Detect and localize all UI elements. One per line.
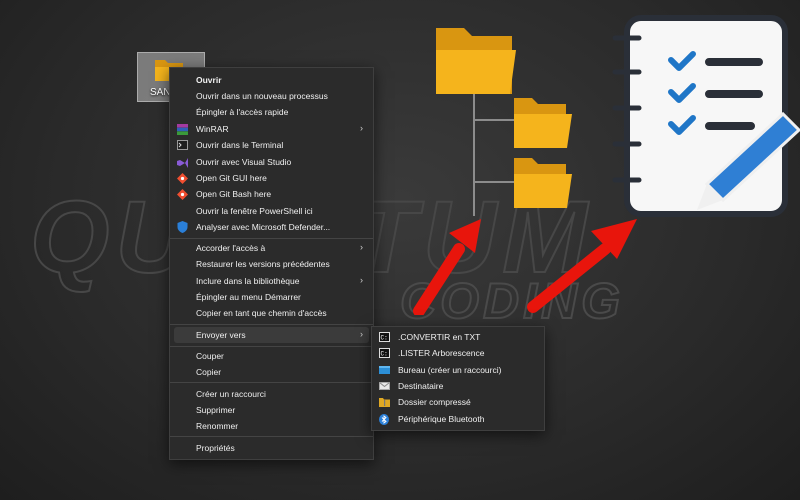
desktop-icon	[378, 364, 390, 376]
menu-item-git-bash[interactable]: Open Git Bash here	[174, 186, 369, 202]
menu-item-cut[interactable]: Couper	[174, 348, 369, 364]
winrar-icon	[176, 123, 188, 135]
chevron-right-icon: ›	[360, 123, 363, 133]
git-icon	[176, 172, 188, 184]
menu-item-powershell[interactable]: Ouvrir la fenêtre PowerShell ici	[174, 203, 369, 219]
menu-separator	[170, 436, 373, 437]
menu-item-rename[interactable]: Renommer	[174, 418, 369, 434]
svg-text:C:: C:	[380, 351, 387, 358]
red-arrows	[413, 219, 637, 315]
arrow-up-right-icon	[413, 219, 481, 315]
folder-icon	[514, 158, 572, 208]
cmd-script-icon: C:	[378, 331, 390, 343]
menu-item-open-terminal[interactable]: Ouvrir dans le Terminal	[174, 137, 369, 153]
menu-item-create-shortcut[interactable]: Créer un raccourci	[174, 386, 369, 402]
checklist-notebook-illustration	[612, 15, 800, 217]
menu-item-include-library[interactable]: Inclure dans la bibliothèque ›	[174, 273, 369, 289]
folder-icon	[514, 98, 572, 148]
send-to-convertir-txt[interactable]: C: .CONVERTIR en TXT	[376, 329, 540, 345]
folder-icon	[436, 28, 516, 94]
send-to-desktop-shortcut[interactable]: Bureau (créer un raccourci)	[376, 362, 540, 378]
menu-separator	[170, 346, 373, 347]
cmd-script-icon: C:	[378, 347, 390, 359]
menu-item-copy[interactable]: Copier	[174, 364, 369, 380]
send-to-mail-recipient[interactable]: Destinataire	[376, 378, 540, 394]
menu-separator	[170, 382, 373, 383]
send-to-compressed-folder[interactable]: Dossier compressé	[376, 394, 540, 410]
menu-item-open-new-process[interactable]: Ouvrir dans un nouveau processus	[174, 88, 369, 104]
menu-item-git-gui[interactable]: Open Git GUI here	[174, 170, 369, 186]
chevron-right-icon: ›	[360, 329, 363, 339]
menu-item-winrar[interactable]: WinRAR ›	[174, 121, 369, 137]
menu-item-properties[interactable]: Propriétés	[174, 440, 369, 456]
desktop-icon-label: SAN	[150, 87, 171, 98]
menu-item-pin-quick-access[interactable]: Épingler à l'accès rapide	[174, 104, 369, 120]
send-to-lister-arborescence[interactable]: C: .LISTER Arborescence	[376, 345, 540, 361]
terminal-icon	[176, 139, 188, 151]
menu-item-send-to[interactable]: Envoyer vers ›	[174, 327, 369, 343]
menu-item-open[interactable]: Ouvrir	[174, 72, 369, 88]
menu-item-pin-start[interactable]: Épingler au menu Démarrer	[174, 289, 369, 305]
zip-folder-icon	[378, 396, 390, 408]
menu-item-open-visual-studio[interactable]: Ouvrir avec Visual Studio	[174, 154, 369, 170]
menu-item-copy-as-path[interactable]: Copier en tant que chemin d'accès	[174, 305, 369, 321]
mail-icon	[378, 380, 390, 392]
menu-separator	[170, 324, 373, 325]
git-icon	[176, 188, 188, 200]
menu-item-restore-versions[interactable]: Restaurer les versions précédentes	[174, 256, 369, 272]
menu-item-give-access[interactable]: Accorder l'accès à ›	[174, 240, 369, 256]
defender-shield-icon	[176, 221, 188, 233]
svg-text:C:: C:	[380, 335, 387, 342]
send-to-bluetooth-device[interactable]: Périphérique Bluetooth	[376, 411, 540, 427]
bluetooth-icon	[378, 413, 390, 425]
menu-item-delete[interactable]: Supprimer	[174, 402, 369, 418]
folder-tree-illustration	[436, 28, 572, 216]
menu-item-defender-scan[interactable]: Analyser avec Microsoft Defender...	[174, 219, 369, 235]
menu-separator	[170, 238, 373, 239]
arrow-up-right-icon	[527, 219, 637, 313]
visual-studio-icon	[176, 156, 188, 168]
chevron-right-icon: ›	[360, 275, 363, 285]
chevron-right-icon: ›	[360, 242, 363, 252]
send-to-submenu: C: .CONVERTIR en TXT C: .LISTER Arboresc…	[371, 326, 545, 431]
context-menu: Ouvrir Ouvrir dans un nouveau processus …	[169, 67, 374, 460]
